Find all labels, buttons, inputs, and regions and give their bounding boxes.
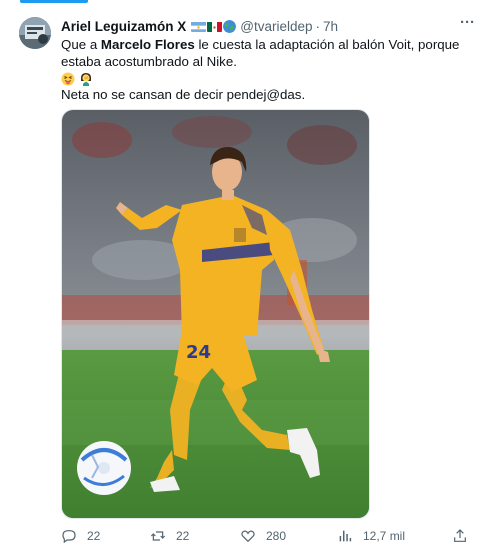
tweet-timestamp[interactable]: 7h	[323, 19, 338, 34]
tweet-text: Que a Marcelo Flores le cuesta la adapta…	[61, 37, 481, 104]
tweet-text-line-3: Neta no se cansan de decir pendej@das.	[61, 87, 306, 102]
analytics-icon	[339, 530, 352, 542]
like-button[interactable]: 280	[240, 526, 286, 546]
retweet-count: 22	[176, 529, 190, 543]
retweet-icon	[150, 531, 166, 541]
player-photo: 24	[62, 110, 369, 518]
shorts-number: 24	[186, 342, 211, 363]
squinting-tongue-emoji	[61, 72, 75, 86]
tweet-actions: 22 22 280 12,7 mil	[61, 526, 481, 546]
profile-emojis	[191, 19, 237, 33]
share-icon	[454, 529, 466, 542]
woman-facepalming-emoji	[79, 72, 93, 86]
more-options-icon[interactable]: ···	[460, 15, 475, 30]
heart-icon	[241, 530, 255, 543]
soccer-ball	[77, 441, 131, 495]
reply-icon	[62, 530, 76, 544]
separator-dot: ·	[315, 18, 321, 34]
tweet-card[interactable]: Ariel Leguizamón X @tvarieldep · 7h ··· …	[0, 0, 493, 553]
reply-count: 22	[87, 529, 101, 543]
avatar-image	[19, 17, 51, 49]
mentioned-name: Marcelo Flores	[100, 37, 195, 52]
globe-icon	[223, 19, 237, 33]
views-button[interactable]: 12,7 mil	[337, 526, 405, 546]
mexico-flag-icon	[207, 21, 223, 32]
share-button[interactable]	[452, 526, 468, 546]
retweet-button[interactable]: 22	[150, 526, 189, 546]
tweet-text-pre: Que a	[61, 37, 101, 52]
argentina-flag-icon	[191, 21, 207, 32]
author-handle[interactable]: @tvarieldep	[240, 19, 312, 34]
tweet-header: Ariel Leguizamón X @tvarieldep · 7h	[61, 16, 453, 36]
views-count: 12,7 mil	[363, 529, 406, 543]
emoji-row	[61, 71, 481, 87]
tweet-photo[interactable]: 24	[61, 109, 370, 519]
avatar[interactable]	[19, 17, 51, 49]
author-name[interactable]: Ariel Leguizamón X	[61, 19, 186, 34]
reply-button[interactable]: 22	[61, 526, 100, 546]
tweet-text-paragraph: Que a Marcelo Flores le cuesta la adapta…	[61, 37, 481, 70]
like-count: 280	[266, 529, 287, 543]
